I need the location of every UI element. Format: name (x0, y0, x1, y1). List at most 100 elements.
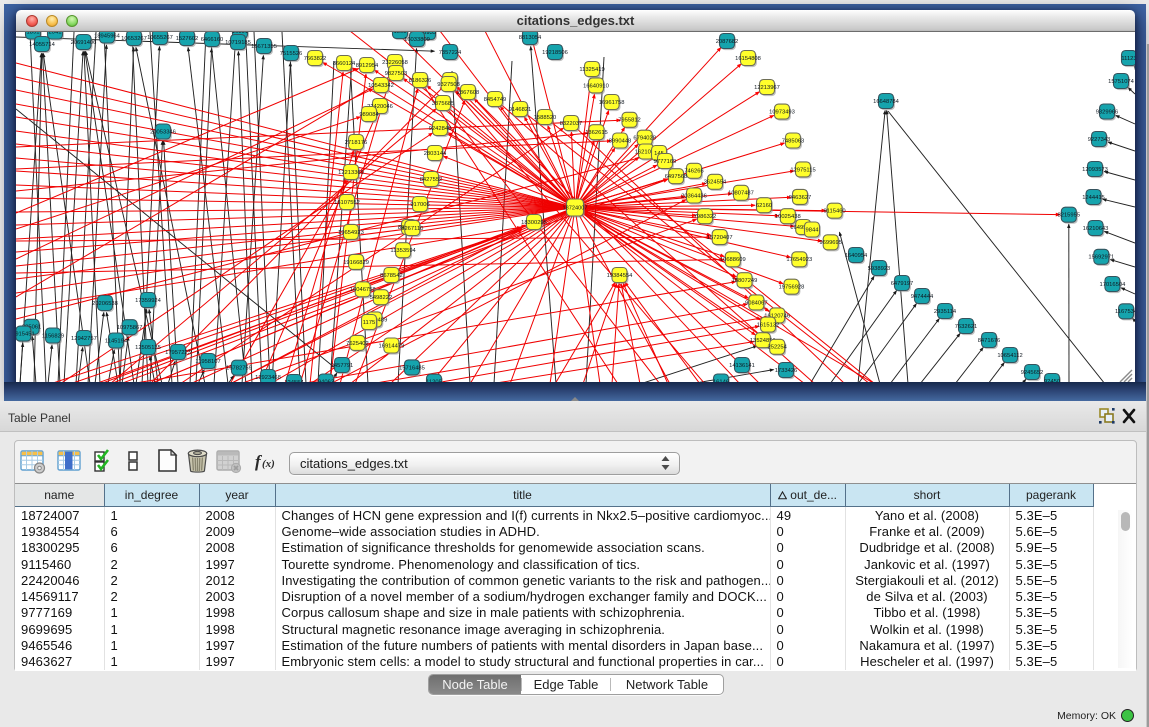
svg-text:2718176: 2718176 (345, 140, 368, 146)
svg-text:1803: 1803 (394, 32, 407, 35)
svg-text:20691406: 20691406 (71, 40, 97, 46)
svg-text:1891: 1891 (27, 32, 40, 35)
svg-text:1244415: 1244415 (1082, 195, 1105, 201)
svg-text:62160: 62160 (756, 203, 772, 209)
svg-text:11353594: 11353594 (390, 248, 416, 254)
svg-text:17016504: 17016504 (1100, 282, 1127, 288)
svg-text:8678542: 8678542 (380, 273, 403, 279)
svg-text:19384554: 19384554 (607, 273, 634, 279)
svg-text:8186326: 8186326 (409, 78, 432, 84)
svg-text:7632621: 7632621 (955, 324, 978, 330)
svg-text:16107552: 16107552 (334, 200, 360, 206)
svg-text:3624554: 3624554 (704, 180, 727, 186)
svg-text:1527602: 1527602 (176, 36, 199, 42)
svg-text:16154808: 16154808 (735, 56, 761, 62)
svg-text:19654923: 19654923 (338, 230, 364, 236)
svg-text:8427552: 8427552 (420, 177, 443, 183)
svg-text:8322037: 8322037 (560, 121, 583, 127)
svg-text:1362615: 1362615 (585, 130, 608, 136)
svg-text:2803144: 2803144 (424, 151, 447, 157)
svg-text:17359924: 17359924 (135, 298, 162, 304)
svg-text:12975115: 12975115 (790, 167, 815, 173)
svg-text:1588520: 1588520 (534, 115, 557, 121)
svg-text:9146821: 9146821 (509, 107, 532, 113)
svg-text:2867608: 2867608 (457, 90, 480, 96)
svg-text:10653267: 10653267 (121, 36, 147, 42)
svg-text:15751074: 15751074 (1108, 79, 1135, 85)
svg-text:16671355: 16671355 (251, 44, 277, 50)
svg-text:19756928: 19756928 (779, 285, 805, 291)
svg-text:20053346: 20053346 (150, 129, 176, 135)
svg-text:7955812: 7955812 (618, 118, 641, 124)
svg-text:9463627: 9463627 (789, 195, 812, 201)
svg-text:10807487: 10807487 (728, 191, 754, 197)
svg-text:1640954: 1640954 (845, 253, 868, 259)
svg-text:6794028: 6794028 (633, 136, 656, 142)
svg-text:9245652: 9245652 (1021, 370, 1044, 376)
svg-text:10543342: 10543342 (368, 83, 394, 89)
svg-text:9327508: 9327508 (437, 82, 460, 88)
svg-text:7357224: 7357224 (439, 50, 462, 56)
svg-text:(x): (x) (262, 458, 275, 470)
svg-text:989084: 989084 (359, 112, 379, 118)
svg-text:16782759: 16782759 (226, 366, 252, 372)
svg-text:8990448: 8990448 (609, 138, 632, 144)
svg-text:9777169: 9777169 (654, 159, 677, 165)
svg-text:8660124: 8660124 (333, 61, 356, 67)
svg-text:15716485: 15716485 (399, 365, 425, 371)
svg-text:1145194: 1145194 (105, 338, 128, 344)
svg-text:9227343: 9227343 (1088, 137, 1111, 143)
svg-text:12505135: 12505135 (135, 345, 161, 351)
svg-text:10973493: 10973493 (769, 110, 795, 116)
svg-text:9329966: 9329966 (1096, 109, 1119, 115)
svg-text:18724007: 18724007 (563, 205, 588, 211)
svg-text:9242848: 9242848 (429, 126, 452, 132)
svg-text:18807249: 18807249 (732, 278, 758, 284)
svg-text:12942757: 12942757 (71, 336, 97, 342)
svg-text:1156829: 1156829 (42, 333, 64, 339)
svg-text:10719185: 10719185 (225, 40, 251, 46)
svg-text:7625402: 7625402 (346, 341, 369, 347)
svg-text:7986322: 7986322 (694, 214, 717, 220)
svg-text:6466160: 6466160 (201, 37, 224, 43)
svg-text:10654112: 10654112 (997, 353, 1022, 359)
svg-text:10655267: 10655267 (147, 35, 173, 41)
svg-text:16046758: 16046758 (350, 287, 376, 293)
svg-text:5938923: 5938923 (868, 266, 891, 272)
svg-text:18300295: 18300295 (521, 220, 547, 226)
svg-text:12093573: 12093573 (1082, 167, 1108, 173)
svg-text:252254: 252254 (768, 345, 788, 351)
svg-text:20206538: 20206538 (92, 301, 118, 307)
svg-text:9844: 9844 (806, 227, 820, 233)
svg-text:20364436: 20364436 (681, 193, 707, 199)
svg-text:14136141: 14136141 (729, 363, 755, 369)
svg-text:11325419: 11325419 (579, 67, 604, 73)
svg-text:3875685: 3875685 (432, 101, 455, 107)
svg-text:8912954: 8912954 (356, 63, 379, 69)
svg-text:9474444: 9474444 (911, 294, 934, 300)
svg-text:17957223: 17957223 (165, 350, 191, 356)
svg-text:16648784: 16648784 (873, 99, 900, 105)
svg-text:12213967: 12213967 (754, 85, 780, 91)
svg-text:11123: 11123 (1121, 56, 1135, 62)
svg-text:1615132: 1615132 (757, 323, 780, 329)
svg-text:917006: 917006 (410, 202, 429, 208)
svg-text:8267110: 8267110 (401, 226, 423, 232)
svg-text:9457791: 9457791 (331, 363, 354, 369)
svg-text:12213369: 12213369 (338, 170, 364, 176)
svg-text:3915451: 3915451 (16, 332, 35, 338)
svg-text:16640910: 16640910 (583, 83, 609, 89)
svg-text:17654923: 17654923 (786, 257, 812, 263)
svg-text:8454749: 8454749 (484, 97, 507, 103)
svg-text:10025438: 10025438 (775, 214, 801, 220)
svg-text:1175: 1175 (363, 320, 375, 326)
svg-text:8215955: 8215955 (1058, 213, 1081, 219)
svg-text:9699695: 9699695 (819, 240, 842, 246)
svg-text:12923468: 12923468 (255, 375, 281, 381)
svg-text:11958107: 11958107 (195, 359, 220, 365)
svg-text:18945964: 18945964 (94, 33, 121, 39)
svg-text:7663822: 7663822 (304, 56, 327, 62)
svg-text:15720407: 15720407 (707, 235, 733, 241)
svg-text:7485063: 7485063 (782, 138, 805, 144)
svg-text:1167534: 1167534 (1115, 309, 1135, 315)
